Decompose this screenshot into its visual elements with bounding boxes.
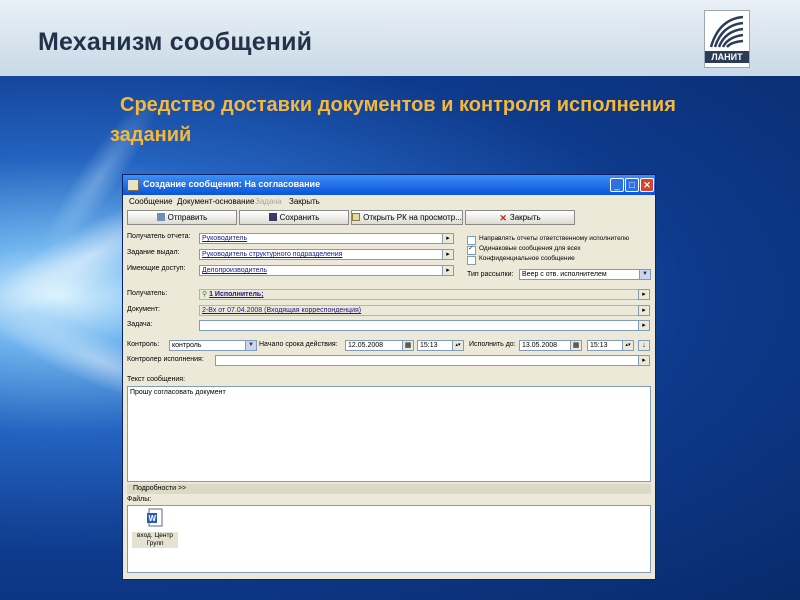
file-name: вход. Центр Групп [132, 532, 178, 548]
due-date-field[interactable]: 13.05.2008 [519, 340, 571, 351]
open-rk-label: Открыть РК на просмотр... [363, 213, 462, 222]
access-label: Имеющие доступ: [127, 265, 186, 272]
send-icon [156, 213, 165, 221]
minimize-button[interactable]: _ [610, 178, 624, 192]
recipient-value: 1 Исполнитель; [209, 291, 264, 298]
maximize-button[interactable]: □ [625, 178, 639, 192]
start-time-value: 15:13 [420, 342, 438, 349]
word-document-icon: W [146, 508, 164, 528]
menu-message[interactable]: Сообщение [129, 197, 173, 206]
due-label: Исполнить до: [469, 341, 516, 348]
recipient-label: Получатель: [127, 290, 168, 297]
control-value: контроль [172, 342, 202, 349]
send-reports-label: Направлять отчеты ответственному исполни… [479, 235, 630, 242]
controller-label: Контролер исполнения: [127, 356, 204, 363]
files-label: Файлы: [127, 496, 152, 503]
task-issued-field[interactable]: Руководитель структурного подразделения [199, 249, 443, 260]
due-time-field[interactable]: 15:13 [587, 340, 623, 351]
report-recipient-label: Получатель отчета: [127, 233, 191, 240]
save-icon [268, 213, 277, 221]
mailing-type-label: Тип рассылки: [467, 271, 514, 278]
task-issued-value: Руководитель структурного подразделения [202, 251, 343, 258]
access-field[interactable]: Делопроизводитель [199, 265, 443, 276]
save-button[interactable]: Сохранить [239, 210, 349, 225]
slide-title: Механизм сообщений [38, 28, 313, 56]
message-window: Создание сообщения: На согласование _ □ … [122, 174, 656, 580]
start-time-field[interactable]: 15:13 [417, 340, 453, 351]
message-textarea[interactable]: Прошу согласовать документ [127, 386, 651, 482]
report-recipient-value: Руководитель [202, 235, 248, 242]
recipient-field[interactable]: ⚲ 1 Исполнитель; [199, 289, 639, 300]
start-date-value: 12.05.2008 [348, 342, 384, 349]
toolbar: Отправить Сохранить Открыть РК на просмо… [123, 209, 655, 227]
save-label: Сохранить [279, 213, 320, 222]
file-attachment[interactable]: W вход. Центр Групп [132, 508, 178, 548]
start-label: Начало срока действия: [259, 341, 338, 348]
task-issued-picker[interactable]: ▸ [442, 249, 454, 260]
task-issued-label: Задание выдал: [127, 249, 180, 256]
document-picker[interactable]: ▸ [638, 305, 650, 316]
report-recipient-field[interactable]: Руководитель [199, 233, 443, 244]
details-toggle[interactable]: Подробности >> [127, 484, 651, 494]
send-button[interactable]: Отправить [127, 210, 237, 225]
message-label: Текст сообщения: [127, 376, 186, 383]
slide-subtitle: Средство доставки документов и контроля … [110, 94, 676, 146]
due-date-value: 13.05.2008 [522, 342, 558, 349]
close-icon: ✕ [499, 213, 507, 223]
close-button[interactable]: ✕ Закрыть [465, 210, 575, 225]
task-field[interactable] [199, 320, 639, 331]
controller-field[interactable] [215, 355, 639, 366]
files-area[interactable]: W вход. Центр Групп [127, 505, 651, 573]
task-label: Задача: [127, 321, 153, 328]
report-recipient-picker[interactable]: ▸ [442, 233, 454, 244]
access-picker[interactable]: ▸ [442, 265, 454, 276]
task-picker[interactable]: ▸ [638, 320, 650, 331]
control-label: Контроль: [127, 341, 160, 348]
control-select[interactable]: контроль ▼ [169, 340, 257, 351]
document-label: Документ: [127, 306, 160, 313]
svg-text:W: W [149, 514, 157, 523]
logo-text: ЛАНИТ [705, 51, 749, 63]
calendar-icon[interactable]: ▦ [570, 340, 582, 351]
access-value: Делопроизводитель [202, 267, 268, 274]
logo-mark-icon [709, 15, 744, 48]
start-date-field[interactable]: 12.05.2008 [345, 340, 403, 351]
same-messages-checkbox[interactable] [467, 244, 476, 255]
open-rk-button[interactable]: Открыть РК на просмотр... [351, 210, 463, 225]
window-title: Создание сообщения: На согласование [143, 179, 321, 189]
document-field[interactable]: 2-Вх от 07.04.2008 (Входящая корреспонде… [199, 305, 639, 316]
chevron-down-icon[interactable]: ▼ [245, 341, 256, 350]
confidential-label: Конфиденциальное сообщение [479, 255, 575, 262]
mailing-type-select[interactable]: Веер с отв. исполнителем ▼ [519, 269, 651, 280]
spinner-icon[interactable]: ▴▾ [622, 340, 634, 351]
confidential-checkbox[interactable] [467, 256, 476, 265]
spinner-icon[interactable]: ▴▾ [452, 340, 464, 351]
close-window-button[interactable]: ✕ [640, 178, 654, 192]
document-value: 2-Вх от 07.04.2008 (Входящая корреспонде… [202, 307, 362, 314]
calendar-icon[interactable]: ▦ [402, 340, 414, 351]
window-titlebar[interactable]: Создание сообщения: На согласование _ □ … [123, 175, 655, 195]
menubar: Сообщение Документ-основание Задача Закр… [123, 195, 655, 209]
send-label: Отправить [167, 213, 208, 222]
recipient-picker[interactable]: ▸ [638, 289, 650, 300]
same-messages-label: Одинаковые сообщения для всех [479, 245, 581, 252]
due-time-value: 15:13 [590, 342, 608, 349]
lanit-logo: ЛАНИТ [704, 10, 750, 68]
controller-picker[interactable]: ▸ [638, 355, 650, 366]
app-icon [127, 179, 139, 191]
menu-task[interactable]: Задача [255, 197, 282, 206]
chevron-down-icon[interactable]: ▼ [639, 270, 650, 279]
mailing-type-value: Веер с отв. исполнителем [522, 271, 607, 278]
open-document-icon [352, 213, 361, 221]
menu-close[interactable]: Закрыть [289, 197, 320, 206]
close-label: Закрыть [509, 213, 541, 222]
slide-header: Механизм сообщений ЛАНИТ [0, 0, 800, 76]
menu-source-document[interactable]: Документ-основание [177, 197, 254, 206]
down-arrow-icon[interactable]: ↓ [638, 340, 650, 351]
